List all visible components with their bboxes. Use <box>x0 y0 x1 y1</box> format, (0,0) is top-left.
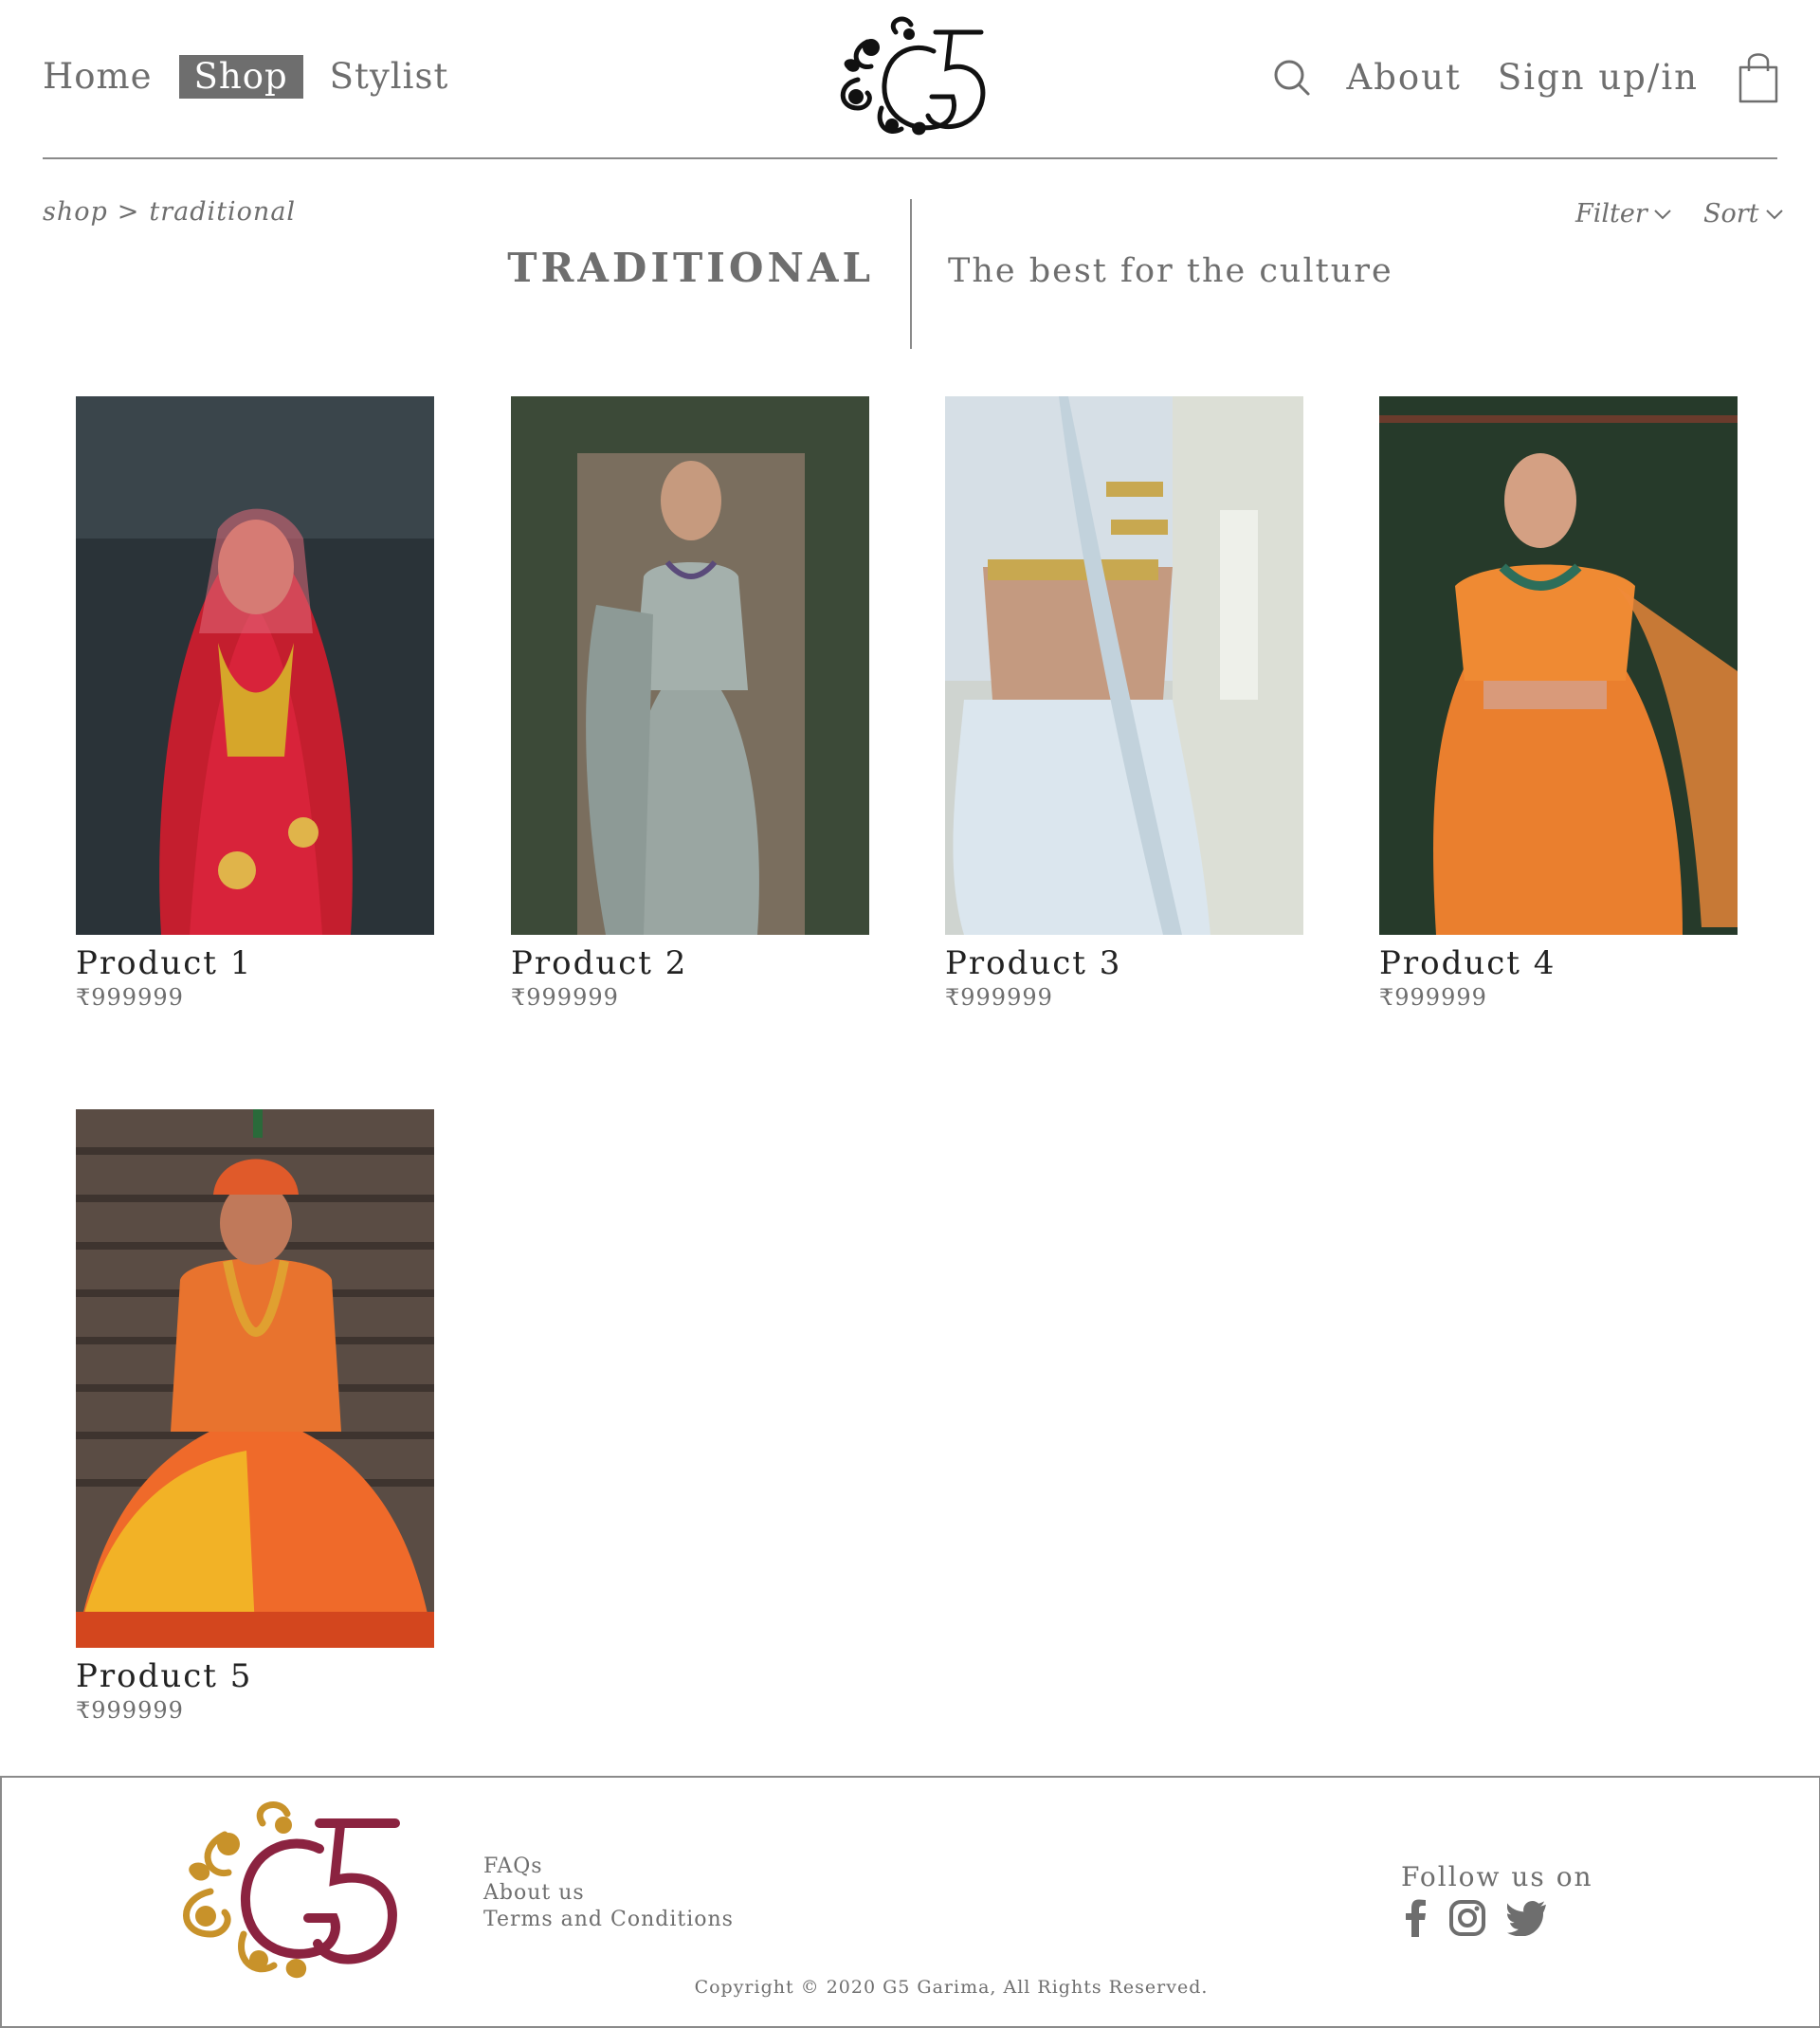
instagram-icon[interactable] <box>1448 1899 1486 1937</box>
product-name[interactable]: Product 4 <box>1379 942 1738 984</box>
nav-home-link[interactable]: Home <box>43 55 153 99</box>
sort-label: Sort <box>1703 199 1759 228</box>
product-price: ₹999999 <box>76 1697 184 1724</box>
site-footer: FAQs About us Terms and Conditions Follo… <box>0 1776 1820 2028</box>
site-header: Home Shop Stylist About Sign up/in <box>0 0 1820 159</box>
secondary-nav: About Sign up/in <box>1273 49 1781 106</box>
copyright-text: Copyright © 2020 G5 Garima, All Rights R… <box>694 1977 1209 1998</box>
product-name[interactable]: Product 1 <box>76 942 434 984</box>
product-name[interactable]: Product 5 <box>76 1655 434 1697</box>
primary-nav: Home Shop Stylist <box>43 55 475 99</box>
product-card[interactable]: Product 3 ₹999999 <box>945 396 1303 1011</box>
brand-logo[interactable] <box>829 13 991 142</box>
product-name[interactable]: Product 3 <box>945 942 1303 984</box>
nav-signup-link[interactable]: Sign up/in <box>1498 49 1699 106</box>
page-title: TRADITIONAL <box>507 245 874 291</box>
product-card[interactable]: Product 2 ₹999999 <box>511 396 869 1011</box>
product-image[interactable] <box>76 1109 434 1648</box>
product-image[interactable] <box>511 396 869 935</box>
search-icon[interactable] <box>1273 59 1311 97</box>
product-image[interactable] <box>76 396 434 935</box>
breadcrumb: shop > traditional <box>43 197 305 227</box>
footer-link-about[interactable]: About us <box>483 1880 734 1907</box>
page-tagline: The best for the culture <box>948 252 1393 290</box>
shopping-bag-icon[interactable] <box>1737 50 1780 105</box>
product-price: ₹999999 <box>76 984 184 1011</box>
product-price: ₹999999 <box>511 984 619 1011</box>
filter-dropdown[interactable]: Filter <box>1575 199 1672 228</box>
product-price: ₹999999 <box>945 984 1053 1011</box>
twitter-icon[interactable] <box>1507 1900 1549 1936</box>
product-card[interactable]: Product 4 ₹999999 <box>1379 396 1738 1011</box>
product-card[interactable]: Product 1 ₹999999 <box>76 396 434 1011</box>
nav-about-link[interactable]: About <box>1347 49 1462 106</box>
chevron-down-icon <box>1765 209 1783 219</box>
facebook-icon[interactable] <box>1403 1899 1428 1937</box>
nav-shop-link[interactable]: Shop <box>178 55 303 99</box>
header-divider <box>43 157 1777 159</box>
social-links <box>1403 1899 1570 1937</box>
footer-links: FAQs About us Terms and Conditions <box>483 1854 734 1933</box>
product-card[interactable]: Product 5 ₹999999 <box>76 1109 434 1724</box>
breadcrumb-shop-link[interactable]: shop <box>43 197 108 227</box>
breadcrumb-current: traditional <box>149 197 297 227</box>
product-image[interactable] <box>1379 396 1738 935</box>
nav-stylist-link[interactable]: Stylist <box>330 55 449 99</box>
footer-logo[interactable] <box>168 1797 405 1986</box>
title-divider <box>910 199 912 349</box>
follow-us-label: Follow us on <box>1401 1861 1593 1892</box>
footer-link-faqs[interactable]: FAQs <box>483 1854 734 1880</box>
breadcrumb-separator: > <box>117 197 140 227</box>
filter-label: Filter <box>1575 199 1647 228</box>
product-image[interactable] <box>945 396 1303 935</box>
chevron-down-icon <box>1654 209 1671 219</box>
sort-dropdown[interactable]: Sort <box>1703 199 1784 228</box>
product-price: ₹999999 <box>1379 984 1487 1011</box>
footer-link-terms[interactable]: Terms and Conditions <box>483 1907 734 1933</box>
product-name[interactable]: Product 2 <box>511 942 869 984</box>
